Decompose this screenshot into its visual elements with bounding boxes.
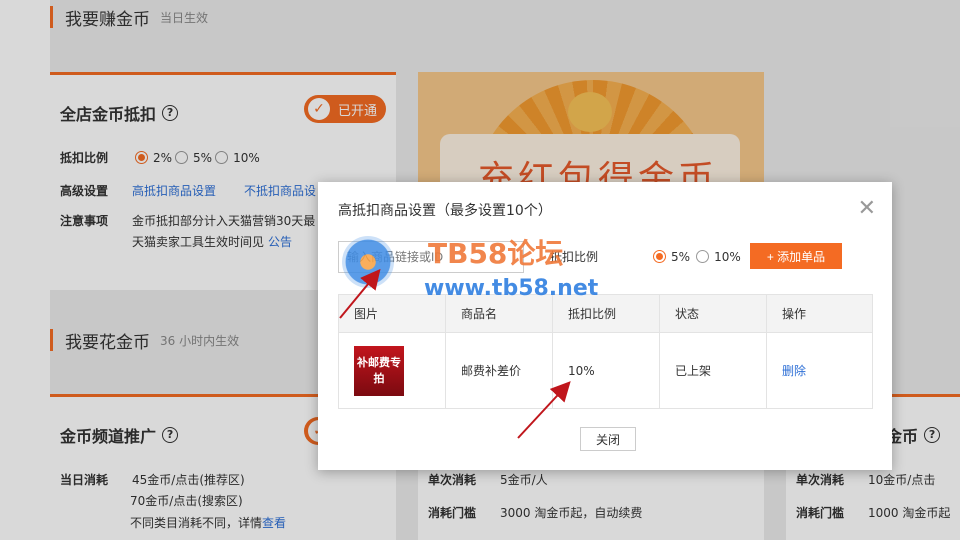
product-search-input[interactable]: [338, 241, 524, 273]
cell-status: 已上架: [659, 332, 767, 409]
add-product-button[interactable]: + 添加单品: [750, 243, 842, 269]
modal-close-button[interactable]: 关闭: [580, 427, 636, 451]
col-action: 操作: [766, 294, 873, 333]
modal-ratio-radio-10[interactable]: [696, 250, 710, 263]
modal-ratio-label: 抵扣比例: [550, 250, 599, 264]
table-row: 补邮费专拍 邮费补差价 10% 已上架 删除: [338, 332, 873, 409]
table-header-row: 图片 商品名 抵扣比例 状态 操作: [338, 294, 873, 333]
cell-ratio: 10%: [552, 332, 660, 409]
cell-name: 邮费补差价: [445, 332, 553, 409]
product-table: 图片 商品名 抵扣比例 状态 操作 补邮费专拍 邮费补差价 10% 已上架 删除: [338, 294, 873, 409]
col-image: 图片: [338, 294, 446, 333]
modal-ratio-radio-5[interactable]: [653, 250, 667, 263]
modal-ratio-option-5: 5%: [671, 249, 691, 264]
col-name: 商品名: [445, 294, 553, 333]
cell-action: 删除: [766, 332, 873, 409]
close-icon[interactable]: ✕: [858, 196, 876, 221]
modal-ratio-option-10: 10%: [714, 249, 741, 264]
modal-title: 高抵扣商品设置（最多设置10个）: [338, 203, 552, 219]
col-status: 状态: [659, 294, 767, 333]
modal-ratio-group: 抵扣比例 5% 10%: [550, 248, 741, 265]
delete-link[interactable]: 删除: [782, 364, 806, 378]
product-thumbnail[interactable]: 补邮费专拍: [354, 345, 404, 396]
col-ratio: 抵扣比例: [552, 294, 660, 333]
cell-image: 补邮费专拍: [338, 332, 446, 409]
high-deduct-modal: 高抵扣商品设置（最多设置10个） ✕ 抵扣比例 5% 10% + 添加单品 图片…: [318, 182, 892, 470]
